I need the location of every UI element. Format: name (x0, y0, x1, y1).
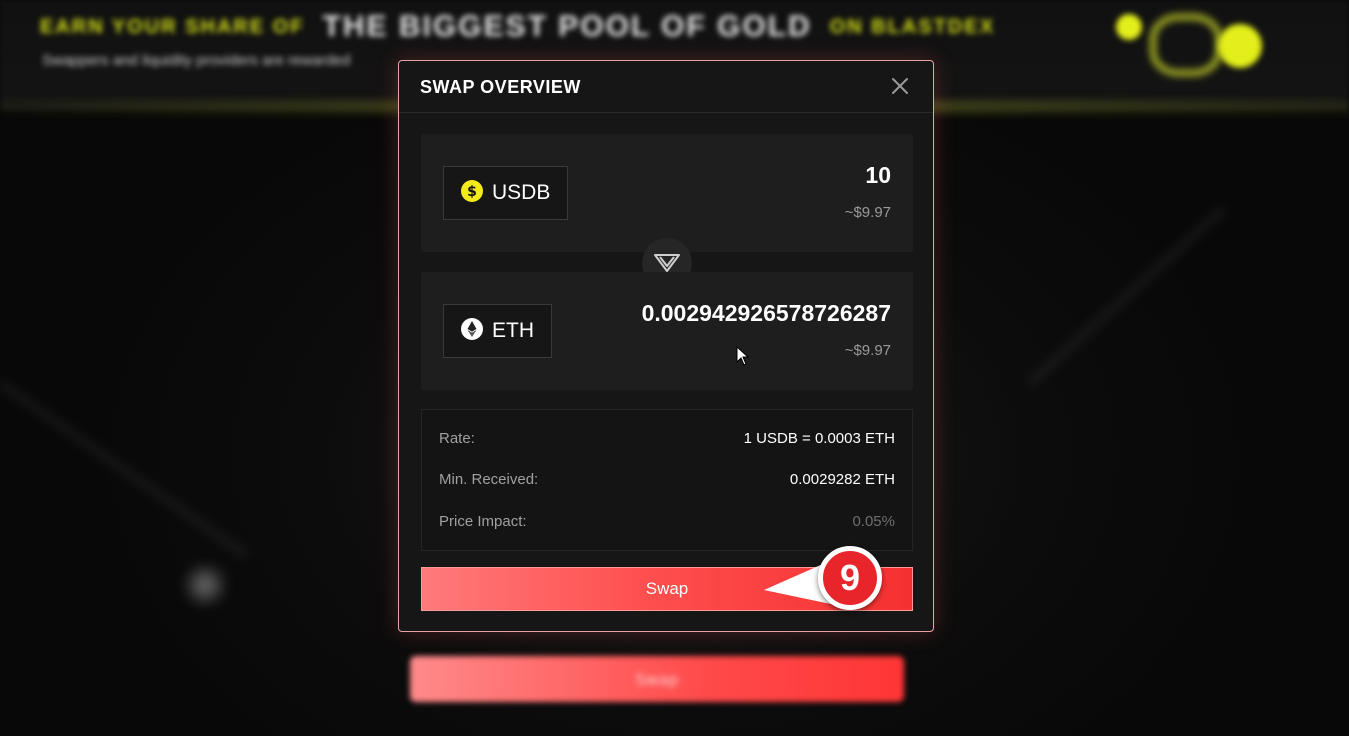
swap-details: Rate: 1 USDB = 0.0003 ETH Min. Received:… (421, 409, 913, 551)
min-received-row: Min. Received: 0.0029282 ETH (439, 469, 895, 489)
banner-left-text: EARN YOUR SHARE OF (40, 15, 305, 38)
banner-right-text: ON BLASTDEX (829, 15, 996, 38)
rate-label: Rate: (439, 429, 475, 447)
background-swap-button: Swap (410, 656, 904, 702)
light-streak (0, 380, 248, 558)
close-icon[interactable] (889, 75, 911, 97)
background-banner: EARN YOUR SHARE OF THE BIGGEST POOL OF G… (40, 10, 995, 44)
min-received-value: 0.0029282 ETH (789, 470, 895, 488)
to-amount: 0.002942926578726287 (641, 300, 891, 326)
from-token-selector[interactable]: $ USDB (443, 166, 569, 220)
light-streak (1027, 206, 1226, 386)
background-swap-label: Swap (635, 669, 679, 689)
banner-subtitle: Swappers and liquidity providers are rew… (42, 52, 351, 69)
banner-main-text: THE BIGGEST POOL OF GOLD (322, 10, 812, 43)
coin-icon (1116, 14, 1142, 40)
price-impact-label: Price Impact: (439, 512, 527, 530)
rate-value: 1 USDB = 0.0003 ETH (743, 429, 895, 447)
modal-title: SWAP OVERVIEW (420, 77, 581, 97)
from-amount: 10 (865, 162, 891, 188)
ring-decoration (1150, 14, 1222, 76)
from-token-symbol: USDB (492, 181, 551, 204)
modal-header: SWAP OVERVIEW (399, 61, 933, 113)
from-token-box: $ USDB 10 ~$9.97 (421, 134, 913, 252)
light-glow (190, 570, 220, 600)
rate-row: Rate: 1 USDB = 0.0003 ETH (439, 428, 895, 448)
price-impact-row: Price Impact: 0.05% (439, 511, 895, 531)
eth-icon (460, 317, 484, 345)
min-received-label: Min. Received: (439, 470, 539, 488)
to-usd-value: ~$9.97 (844, 342, 891, 359)
step-badge: 9 (818, 546, 882, 610)
svg-text:$: $ (467, 184, 477, 200)
usdb-icon: $ (460, 179, 484, 207)
mouse-cursor-icon (736, 345, 750, 370)
to-token-box: ETH 0.002942926578726287 ~$9.97 (421, 272, 913, 390)
coin-icon (1218, 24, 1262, 68)
from-usd-value: ~$9.97 (844, 204, 891, 221)
price-impact-value: 0.05% (852, 512, 895, 530)
to-token-selector[interactable]: ETH (443, 304, 552, 358)
to-token-symbol: ETH (492, 319, 534, 342)
